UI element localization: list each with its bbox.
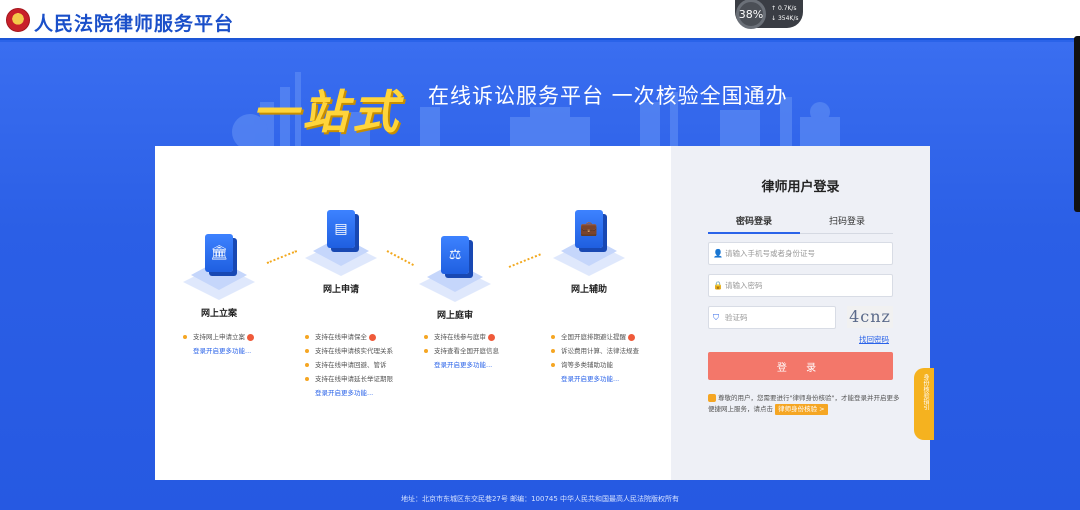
captcha-image[interactable]: 4cnz bbox=[847, 306, 893, 328]
more-features-link[interactable]: 登录开启更多功能... bbox=[305, 386, 393, 400]
assist-features: 全国开庭排期避让提醒 诉讼费用计算、法律法规查 询等多类辅助功能 登录开启更多功… bbox=[551, 330, 639, 386]
service-online-assist[interactable]: 💼 网上辅助 bbox=[549, 206, 629, 295]
verification-guide-tab[interactable]: 身份核验指引 bbox=[914, 368, 934, 440]
service-online-application[interactable]: ▤ 网上申请 bbox=[301, 206, 381, 295]
user-icon: 👤 bbox=[713, 249, 723, 258]
connector-dots bbox=[508, 253, 541, 268]
lawyer-verify-button[interactable]: 律师身份核验 > bbox=[775, 404, 828, 415]
captcha-input[interactable]: ⛉ 验证码 bbox=[708, 306, 836, 329]
gavel-icon: ⚖ bbox=[441, 236, 469, 274]
site-brand[interactable]: 人民法院律师服务平台 bbox=[34, 9, 234, 36]
more-features-link[interactable]: 登录开启更多功能... bbox=[424, 358, 499, 372]
service-title: 网上立案 bbox=[200, 309, 237, 319]
verification-notice: 尊敬的用户，您需要进行"律师身份核验"，才能登录并开启更多便捷网上服务，请点击 … bbox=[708, 394, 900, 415]
service-title: 网上庭审 bbox=[436, 311, 473, 321]
speed-percent: 38% bbox=[736, 0, 766, 29]
login-panel: 律师用户登录 密码登录 扫码登录 👤 请输入手机号或者身份证号 🔒 请输入密码 … bbox=[671, 146, 930, 480]
password-input[interactable]: 🔒 请输入密码 bbox=[708, 274, 893, 297]
court-emblem-icon bbox=[6, 8, 30, 32]
login-title: 律师用户登录 bbox=[761, 180, 840, 195]
download-speed: ↓ 354K/s bbox=[771, 15, 799, 22]
briefcase-icon: 💼 bbox=[575, 210, 603, 248]
service-online-trial[interactable]: ⚖ 网上庭审 bbox=[415, 232, 495, 321]
shield-icon: ⛉ bbox=[713, 313, 719, 322]
tab-password-login[interactable]: 密码登录 bbox=[708, 214, 800, 234]
more-features-link[interactable]: 登录开启更多功能... bbox=[183, 344, 254, 358]
application-features: 支持在线申请保全 支持在线申请核实代理关系 支持在线申请回避、管诉 支持在线申请… bbox=[305, 330, 393, 400]
hero-headline: 一站式 bbox=[252, 85, 402, 139]
phone-id-input[interactable]: 👤 请输入手机号或者身份证号 bbox=[708, 242, 893, 265]
services-panel: 🏛 网上立案 ▤ 网上申请 ⚖ 网上庭审 💼 网上辅助 支持网上申请立案 登录开… bbox=[155, 146, 671, 480]
service-title: 网上辅助 bbox=[570, 285, 607, 295]
top-header: 人民法院律师服务平台 bbox=[0, 0, 1080, 40]
login-tabs: 密码登录 扫码登录 bbox=[708, 214, 893, 234]
forgot-password-link[interactable]: 找回密码 bbox=[859, 334, 889, 345]
lock-icon: 🔒 bbox=[713, 281, 723, 290]
tab-qr-login[interactable]: 扫码登录 bbox=[801, 214, 893, 227]
footer-info: 地址：北京市东城区东交民巷27号 邮编：100745 中华人民共和国最高人民法院… bbox=[400, 495, 680, 503]
login-button[interactable]: 登 录 bbox=[708, 352, 893, 380]
info-icon bbox=[708, 394, 716, 402]
service-title: 网上申请 bbox=[322, 285, 359, 295]
filing-features: 支持网上申请立案 登录开启更多功能... bbox=[183, 330, 254, 358]
courthouse-icon: 🏛 bbox=[205, 234, 233, 272]
hot-icon bbox=[247, 333, 254, 341]
hero-subtitle: 在线诉讼服务平台 一次核验全国通办 bbox=[428, 84, 788, 108]
network-speed-widget[interactable]: 38% ↑ 0.7K/s ↓ 354K/s bbox=[735, 0, 803, 29]
trial-features: 支持在线参与庭审 支持查看全国开庭信息 登录开启更多功能... bbox=[424, 330, 499, 372]
more-features-link[interactable]: 登录开启更多功能... bbox=[551, 372, 639, 386]
upload-speed: ↑ 0.7K/s bbox=[771, 5, 797, 12]
hot-icon bbox=[628, 333, 635, 341]
service-online-filing[interactable]: 🏛 网上立案 bbox=[179, 230, 259, 319]
main-card: 🏛 网上立案 ▤ 网上申请 ⚖ 网上庭审 💼 网上辅助 支持网上申请立案 登录开… bbox=[155, 146, 930, 480]
hot-icon bbox=[369, 333, 376, 341]
scrollbar-edge[interactable] bbox=[1074, 36, 1080, 212]
connector-dots bbox=[266, 250, 298, 264]
connector-dots bbox=[386, 250, 414, 266]
document-icon: ▤ bbox=[327, 210, 355, 248]
hot-icon bbox=[488, 333, 495, 341]
